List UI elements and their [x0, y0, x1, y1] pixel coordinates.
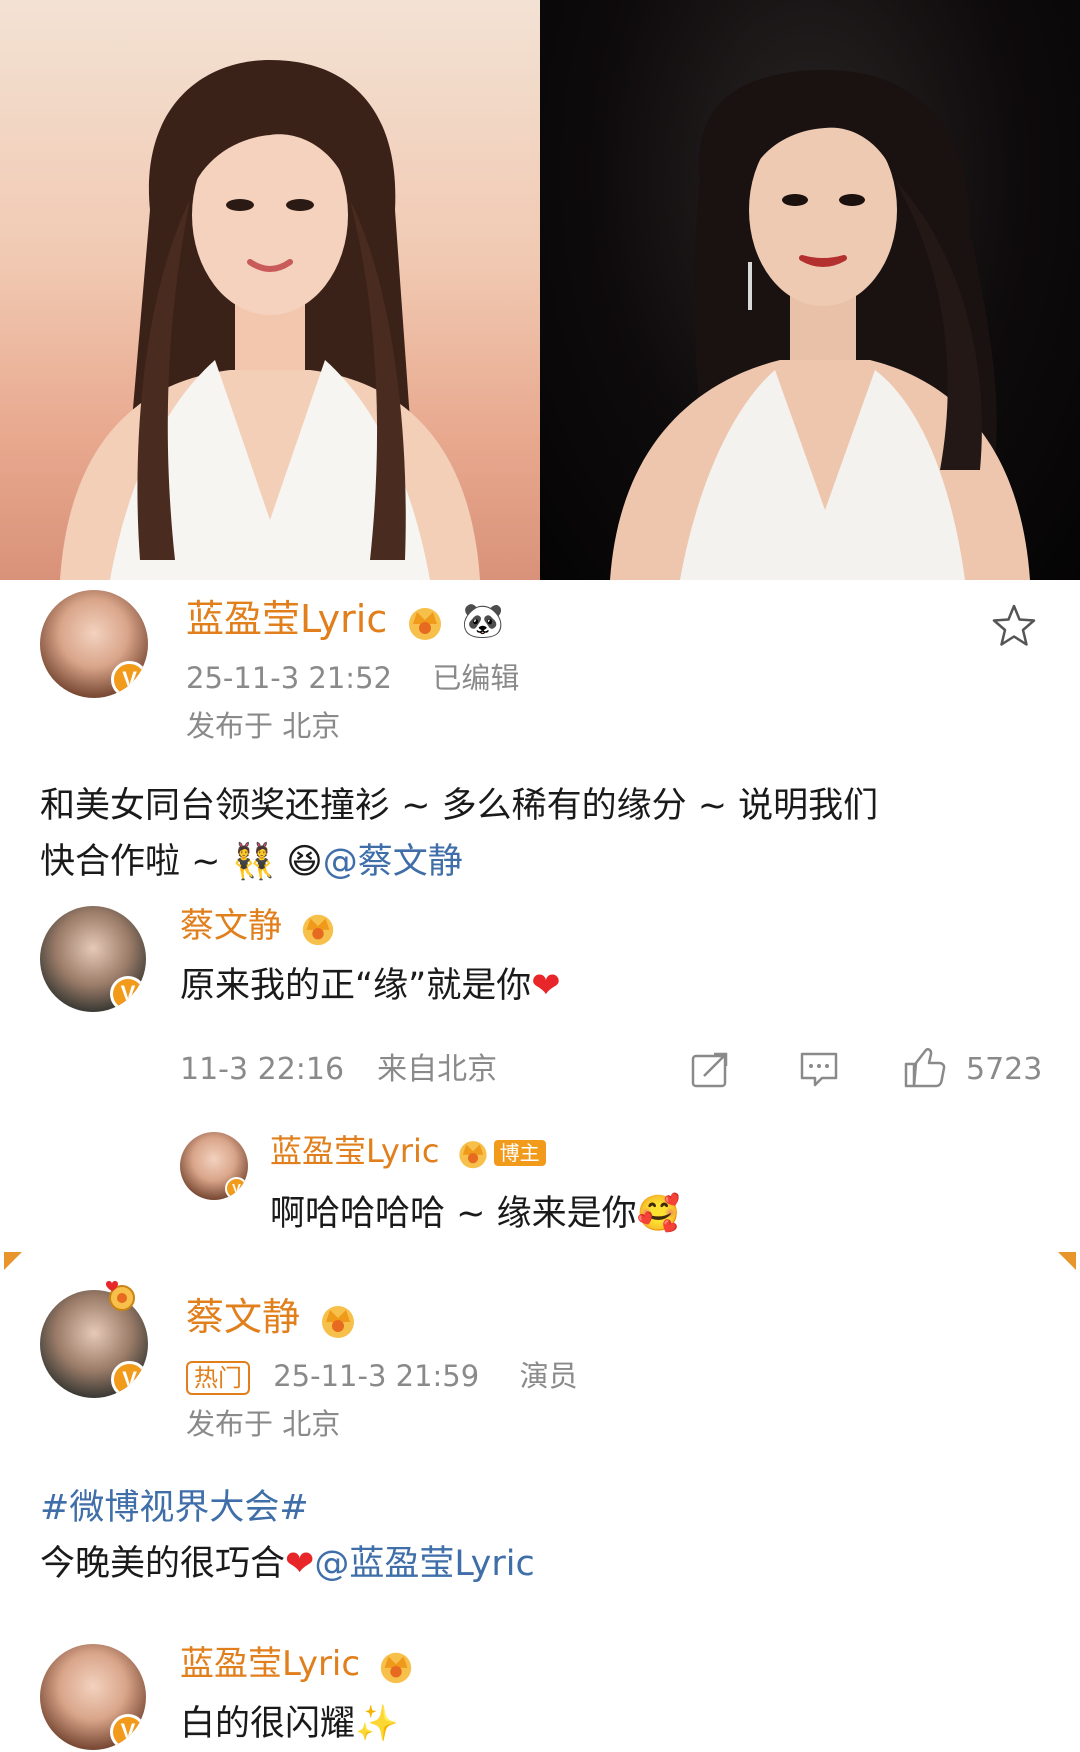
post1-time: 25-11-3 21:52	[186, 661, 392, 695]
reply1-text-row: 啊哈哈哈哈 ~ 缘来是你🥰	[270, 1190, 680, 1238]
post2-location: 发布于 北京	[186, 1407, 341, 1441]
post2-hashtag[interactable]: #微博视界大会#	[40, 1480, 1050, 1536]
reply1-avatar[interactable]: V	[180, 1132, 248, 1200]
post2-role: 演员	[519, 1359, 578, 1393]
reply1-text: 啊哈哈哈哈 ~ 缘来是你	[270, 1194, 637, 1234]
comment1-time: 11-3 22:16	[180, 1052, 345, 1087]
verified-badge: V	[109, 1713, 146, 1750]
verified-badge: V	[111, 661, 148, 698]
reply1-username-row[interactable]: 蓝盈莹Lyric 博主	[270, 1130, 546, 1172]
comment2-avatar[interactable]: V	[40, 1644, 146, 1750]
post1-username[interactable]: 蓝盈莹Lyric	[186, 597, 387, 641]
blogger-badge: 博主	[493, 1140, 546, 1166]
post2-username[interactable]: 蔡文静	[186, 1295, 300, 1339]
photo-left[interactable]	[0, 0, 540, 580]
crown-icon	[302, 914, 334, 945]
photo-left-figure	[60, 60, 480, 580]
post1-avatar[interactable]: V	[40, 590, 148, 698]
post1-location: 发布于 北京	[186, 709, 341, 743]
post2-time: 25-11-3 21:59	[273, 1359, 480, 1393]
post2-text-line: 今晚美的很巧合❤@蓝盈莹Lyric	[40, 1536, 1050, 1592]
divider-left-corner	[4, 1252, 22, 1270]
comment1-username[interactable]: 蔡文静	[180, 906, 282, 946]
post1-username-row[interactable]: 蓝盈莹Lyric 🐼	[186, 596, 504, 644]
comment2-username-row[interactable]: 蓝盈莹Lyric	[180, 1642, 415, 1686]
post2-text: #微博视界大会# 今晚美的很巧合❤@蓝盈莹Lyric	[40, 1480, 1050, 1592]
comment1-meta: 11-3 22:16 来自北京	[180, 1050, 497, 1090]
post1-mention[interactable]: @蔡文静	[323, 842, 463, 882]
comment1-text: 原来我的正“缘”就是你	[180, 966, 532, 1006]
share-icon[interactable]	[690, 1050, 732, 1090]
crown-icon	[322, 1305, 355, 1338]
comment1-text-row: 原来我的正“缘”就是你❤	[180, 962, 561, 1010]
post1-text-line2-content: 快合作啦 ~ 👯 😆	[40, 842, 323, 882]
post2-username-row[interactable]: 蔡文静	[186, 1294, 358, 1340]
post1-text-line2: 快合作啦 ~ 👯 😆@蔡文静	[40, 834, 1050, 890]
emoji-icon: 🥰	[636, 1194, 681, 1234]
comment2-text-row: 白的很闪耀✨	[180, 1700, 399, 1748]
verified-badge: V	[111, 1361, 148, 1398]
post2-mention[interactable]: @蓝盈莹Lyric	[314, 1544, 534, 1584]
heart-icon: ❤	[531, 966, 561, 1006]
star-icon[interactable]	[990, 602, 1038, 650]
post1-meta: 25-11-3 21:52 已编辑	[186, 660, 519, 696]
sparkles-icon: ✨	[355, 1704, 399, 1744]
comment1-username-row[interactable]: 蔡文静	[180, 904, 337, 948]
post2-meta: 热门 25-11-3 21:59 演员	[186, 1358, 578, 1395]
photo-right[interactable]	[540, 0, 1080, 580]
comment-icon[interactable]	[798, 1050, 840, 1090]
divider-right-corner	[1058, 1252, 1076, 1270]
post1-text-line1: 和美女同台领奖还撞衫 ~ 多么稀有的缘分 ~ 说明我们	[40, 786, 879, 826]
post2-text-content: 今晚美的很巧合	[40, 1544, 286, 1584]
like-icon[interactable]	[902, 1046, 948, 1090]
comment2-text: 白的很闪耀	[180, 1704, 356, 1744]
header-photos	[0, 0, 1080, 580]
photo-right-figure	[610, 70, 1030, 580]
heart-icon: ❤	[285, 1544, 315, 1584]
comment1-likes: 5723	[966, 1052, 1043, 1087]
post1-edited: 已编辑	[432, 661, 520, 695]
hot-badge: 热门	[186, 1361, 250, 1395]
crown-icon	[409, 607, 442, 640]
crown-icon	[380, 1652, 412, 1683]
panda-icon: 🐼	[461, 601, 504, 641]
reply1-username[interactable]: 蓝盈莹Lyric	[270, 1132, 439, 1170]
avatar-decoration-icon	[106, 1281, 135, 1311]
post1-text: 和美女同台领奖还撞衫 ~ 多么稀有的缘分 ~ 说明我们 快合作啦 ~ 👯 😆@蔡…	[40, 778, 1050, 890]
verified-badge: V	[109, 975, 146, 1012]
comment1-avatar[interactable]: V	[40, 906, 146, 1012]
comment1-source: 来自北京	[377, 1052, 498, 1087]
verified-badge: V	[224, 1176, 248, 1200]
crown-icon	[459, 1141, 487, 1169]
comment2-username[interactable]: 蓝盈莹Lyric	[180, 1644, 360, 1684]
